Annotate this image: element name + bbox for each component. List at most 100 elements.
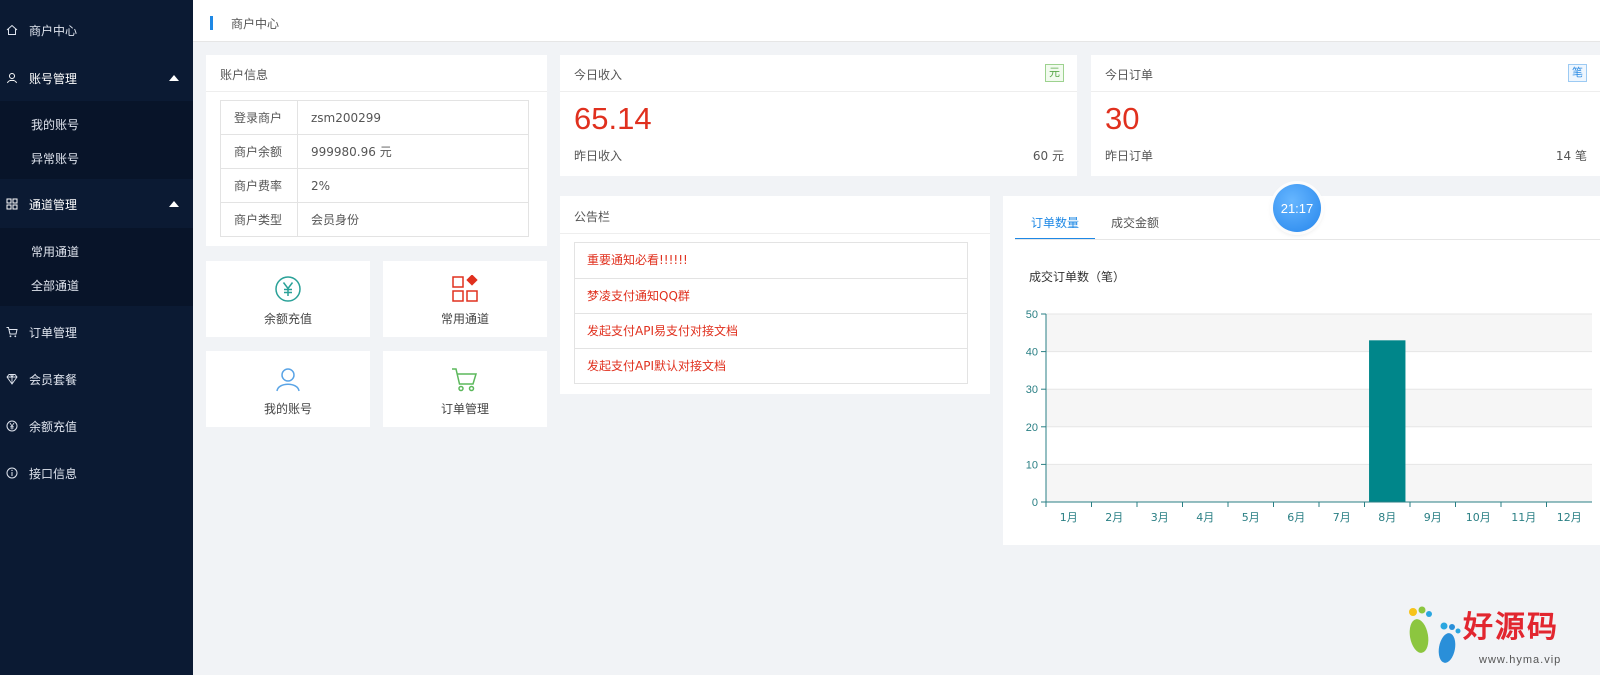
y-tick-label: 0 xyxy=(1032,497,1038,509)
yen-circle-icon xyxy=(275,276,301,302)
tab-transaction-amount[interactable]: 成交金额 xyxy=(1095,208,1175,240)
yesterday-orders-label: 昨日订单 xyxy=(1105,149,1154,163)
grid-band xyxy=(1046,464,1592,502)
bar xyxy=(1369,340,1406,502)
unit-badge: 笔 xyxy=(1568,64,1587,82)
today-income-value: 65.14 xyxy=(574,101,652,136)
y-tick-label: 40 xyxy=(1026,347,1038,359)
sidebar-item-api-info[interactable]: 接口信息 xyxy=(0,451,193,495)
x-tick-label: 4月 xyxy=(1196,511,1214,524)
row-key: 登录商户 xyxy=(220,100,298,135)
sidebar-item-balance-recharge[interactable]: 余额充值 xyxy=(0,404,193,448)
notice-item[interactable]: 发起支付API易支付对接文档 xyxy=(575,313,967,348)
account-submenu: 我的账号 异常账号 xyxy=(0,101,193,179)
grid-icon xyxy=(5,197,19,211)
watermark-url: www.hyma.vip xyxy=(1479,654,1562,666)
diamond-icon xyxy=(5,372,19,386)
quick-link-label: 订单管理 xyxy=(440,402,489,416)
sidebar-subitem-abnormal-account[interactable]: 异常账号 xyxy=(31,150,79,167)
today-orders-title: 今日订单 xyxy=(1105,68,1154,82)
tab-order-count[interactable]: 订单数量 xyxy=(1015,208,1096,240)
today-orders-value: 30 xyxy=(1105,101,1140,136)
monthly-orders-bar-chart: 0 10 20 30 40 50 1月 2月 3月 4月 5月 6月 7月 8月 9月 10月 11月 12月 xyxy=(1026,309,1592,524)
quick-link-order-management[interactable]: 订单管理 xyxy=(383,351,547,427)
quick-link-label: 余额充值 xyxy=(263,312,312,326)
today-income-card: 今日收入 元 65.14 昨日收入 60 元 xyxy=(560,55,1077,176)
notice-board-title: 公告栏 xyxy=(574,210,611,224)
sidebar-subitem-my-account[interactable]: 我的账号 xyxy=(31,116,79,133)
sidebar-item-order-management[interactable]: 订单管理 xyxy=(0,310,193,354)
yesterday-income-value: 60 元 xyxy=(1032,149,1064,163)
notice-item[interactable]: 发起支付API默认对接文档 xyxy=(575,348,967,383)
row-value: 会员身份 xyxy=(297,202,529,237)
channel-submenu: 常用通道 全部通道 xyxy=(0,228,193,306)
divider xyxy=(1091,91,1600,92)
divider xyxy=(206,91,547,92)
cart-icon xyxy=(452,368,478,392)
x-tick-label: 8月 xyxy=(1378,511,1396,524)
x-tick-label: 3月 xyxy=(1151,511,1169,524)
row-value: 2% xyxy=(297,168,529,203)
yesterday-orders-value: 14 笔 xyxy=(1555,149,1587,163)
x-tick-label: 10月 xyxy=(1466,511,1491,524)
sidebar-item-membership-plan[interactable]: 会员套餐 xyxy=(0,357,193,401)
user-icon xyxy=(5,71,19,85)
chart-tabs: 订单数量 成交金额 xyxy=(1015,208,1175,240)
account-info-title: 账户信息 xyxy=(220,68,269,82)
table-row: 商户余额 999980.96 元 xyxy=(220,134,529,169)
home-icon xyxy=(5,23,19,37)
time-bubble[interactable]: 21:17 xyxy=(1273,184,1321,232)
notice-item[interactable]: 梦凌支付通知QQ群 xyxy=(575,278,967,313)
sidebar-item-label: 会员套餐 xyxy=(29,372,78,387)
x-tick-label: 6月 xyxy=(1287,511,1305,524)
user-outline-icon xyxy=(276,368,300,392)
notice-item[interactable]: 重要通知必看!!!!!! xyxy=(575,243,967,278)
quick-link-my-account[interactable]: 我的账号 xyxy=(206,351,370,427)
row-value: 999980.96 元 xyxy=(297,134,529,169)
sidebar-item-account-management[interactable]: 账号管理 xyxy=(0,56,193,100)
sidebar-item-channel-management[interactable]: 通道管理 xyxy=(0,182,193,226)
chart-title: 成交订单数（笔） xyxy=(1029,270,1126,284)
today-income-title: 今日收入 xyxy=(574,68,623,82)
quick-link-label: 常用通道 xyxy=(440,312,489,326)
x-tick-label: 2月 xyxy=(1105,511,1123,524)
table-row: 商户类型 会员身份 xyxy=(220,202,529,237)
x-tick-label: 12月 xyxy=(1557,511,1582,524)
sidebar-item-label: 接口信息 xyxy=(29,466,78,481)
y-tick-label: 20 xyxy=(1026,422,1038,434)
divider xyxy=(560,91,1077,92)
breadcrumb[interactable]: 商户中心 xyxy=(231,15,279,32)
x-tick-label: 7月 xyxy=(1333,511,1351,524)
info-icon xyxy=(5,466,19,480)
sidebar-item-label: 商户中心 xyxy=(29,23,78,38)
watermark-logo: 好源码 www.hyma.vip xyxy=(1403,600,1593,670)
table-row: 商户费率 2% xyxy=(220,168,529,203)
x-tick-label: 1月 xyxy=(1060,511,1078,524)
unit-badge: 元 xyxy=(1045,64,1064,82)
today-orders-card: 今日订单 笔 30 昨日订单 14 笔 xyxy=(1091,55,1600,176)
sidebar-subitem-common-channel[interactable]: 常用通道 xyxy=(31,243,79,260)
caret-up-icon xyxy=(169,75,179,81)
sidebar-item-merchant-center[interactable]: 商户中心 xyxy=(0,8,193,52)
row-key: 商户余额 xyxy=(220,134,298,169)
quick-link-balance-recharge[interactable]: 余额充值 xyxy=(206,261,370,337)
y-tick-label: 10 xyxy=(1026,459,1038,471)
yen-icon xyxy=(5,419,19,433)
divider xyxy=(1015,239,1600,240)
quick-link-common-channel[interactable]: 常用通道 xyxy=(383,261,547,337)
grid-band xyxy=(1046,389,1592,427)
sidebar-item-label: 余额充值 xyxy=(29,419,78,434)
yesterday-income-label: 昨日收入 xyxy=(574,149,623,163)
grid-band xyxy=(1046,314,1592,352)
table-row: 登录商户 zsm200299 xyxy=(220,100,529,135)
notice-board-card: 公告栏 重要通知必看!!!!!! 梦凌支付通知QQ群 发起支付API易支付对接文… xyxy=(560,196,990,394)
sidebar-item-label: 订单管理 xyxy=(29,325,78,340)
x-tick-label: 11月 xyxy=(1511,511,1536,524)
account-info-table: 登录商户 zsm200299 商户余额 999980.96 元 商户费率 2% … xyxy=(220,100,529,237)
watermark-text: 好源码 xyxy=(1463,610,1559,645)
notice-list: 重要通知必看!!!!!! 梦凌支付通知QQ群 发起支付API易支付对接文档 发起… xyxy=(574,242,968,384)
squares-icon xyxy=(452,275,478,302)
breadcrumb-marker xyxy=(210,16,213,30)
sidebar-subitem-all-channels[interactable]: 全部通道 xyxy=(31,277,79,294)
topbar: 商户中心 xyxy=(193,0,1600,42)
